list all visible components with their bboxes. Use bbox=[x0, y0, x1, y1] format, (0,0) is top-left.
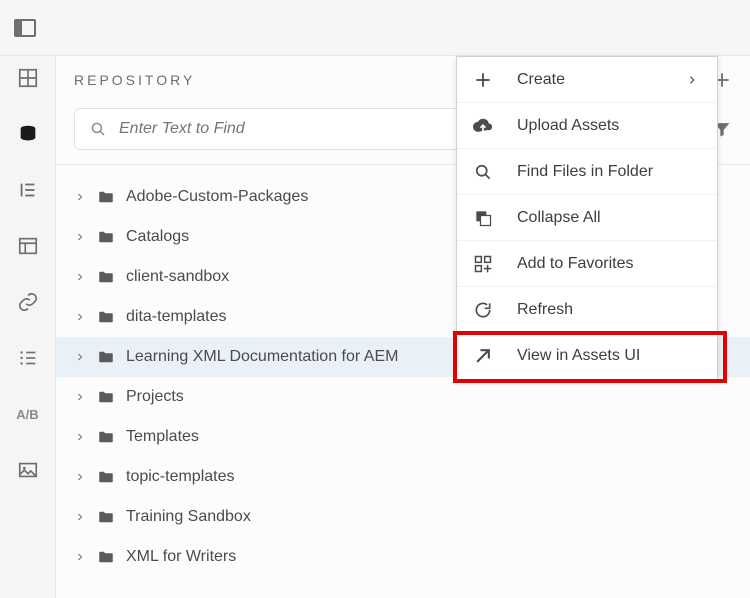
tree-item-label: dita-templates bbox=[126, 308, 227, 326]
chevron-right-icon[interactable] bbox=[74, 391, 86, 403]
folder-icon bbox=[96, 308, 116, 326]
search-icon bbox=[471, 160, 495, 184]
tree-row[interactable]: Training Sandbox bbox=[56, 497, 750, 537]
rail-ab-icon[interactable]: A/B bbox=[16, 402, 40, 426]
menu-item-add-favorites[interactable]: Add to Favorites bbox=[457, 241, 717, 287]
panel-title: REPOSITORY bbox=[74, 72, 195, 88]
grid-add-icon bbox=[471, 252, 495, 276]
tree-item-label: Catalogs bbox=[126, 228, 189, 246]
menu-item-label: Collapse All bbox=[517, 209, 699, 227]
menu-item-label: View in Assets UI bbox=[517, 347, 699, 365]
tree-row[interactable]: topic-templates bbox=[56, 457, 750, 497]
tree-row[interactable]: XML for Writers bbox=[56, 537, 750, 577]
folder-icon bbox=[96, 428, 116, 446]
folder-icon bbox=[96, 228, 116, 246]
plus-icon bbox=[471, 68, 495, 92]
tree-item-label: Projects bbox=[126, 388, 184, 406]
menu-item-refresh[interactable]: Refresh bbox=[457, 287, 717, 333]
tree-item-label: Learning XML Documentation for AEM bbox=[126, 348, 398, 366]
folder-icon bbox=[96, 348, 116, 366]
chevron-right-icon[interactable] bbox=[74, 271, 86, 283]
panel-left-icon[interactable] bbox=[13, 16, 37, 40]
menu-item-label: Refresh bbox=[517, 301, 699, 319]
menu-item-label: Add to Favorites bbox=[517, 255, 699, 273]
collapse-icon bbox=[471, 206, 495, 230]
tree-item-label: Templates bbox=[126, 428, 199, 446]
upload-icon bbox=[471, 114, 495, 138]
tree-row[interactable]: Projects bbox=[56, 377, 750, 417]
chevron-right-icon[interactable] bbox=[74, 191, 86, 203]
folder-icon bbox=[96, 468, 116, 486]
chevron-right-icon[interactable] bbox=[74, 551, 86, 563]
rail-outline-icon[interactable] bbox=[16, 178, 40, 202]
search-icon bbox=[89, 120, 107, 138]
rail-link-icon[interactable] bbox=[16, 290, 40, 314]
folder-icon bbox=[96, 388, 116, 406]
tree-item-label: XML for Writers bbox=[126, 548, 236, 566]
chevron-right-icon[interactable] bbox=[74, 431, 86, 443]
menu-item-create[interactable]: Create bbox=[457, 57, 717, 103]
rail-layout-icon[interactable] bbox=[16, 234, 40, 258]
menu-item-upload-assets[interactable]: Upload Assets bbox=[457, 103, 717, 149]
rail-image-icon[interactable] bbox=[16, 458, 40, 482]
tree-item-label: Training Sandbox bbox=[126, 508, 251, 526]
rail-list-icon[interactable] bbox=[16, 346, 40, 370]
chevron-right-icon[interactable] bbox=[74, 471, 86, 483]
chevron-right-icon[interactable] bbox=[74, 231, 86, 243]
menu-item-label: Upload Assets bbox=[517, 117, 699, 135]
menu-item-collapse-all[interactable]: Collapse All bbox=[457, 195, 717, 241]
tree-row[interactable]: Templates bbox=[56, 417, 750, 457]
rail-repository-icon[interactable] bbox=[16, 122, 40, 146]
chevron-right-icon[interactable] bbox=[74, 311, 86, 323]
tree-item-label: Adobe-Custom-Packages bbox=[126, 188, 308, 206]
chevron-right-icon bbox=[685, 73, 699, 87]
chevron-right-icon[interactable] bbox=[74, 351, 86, 363]
folder-icon bbox=[96, 188, 116, 206]
folder-icon bbox=[96, 508, 116, 526]
tree-item-label: client-sandbox bbox=[126, 268, 229, 286]
top-rail bbox=[0, 0, 750, 56]
menu-item-label: Create bbox=[517, 71, 663, 89]
folder-icon bbox=[96, 268, 116, 286]
open-icon bbox=[471, 344, 495, 368]
menu-item-find-files[interactable]: Find Files in Folder bbox=[457, 149, 717, 195]
folder-icon bbox=[96, 548, 116, 566]
refresh-icon bbox=[471, 298, 495, 322]
context-menu: Create Upload Assets Find Files in Folder C… bbox=[456, 56, 718, 380]
tree-item-label: topic-templates bbox=[126, 468, 235, 486]
menu-item-view-assets-ui[interactable]: View in Assets UI bbox=[457, 333, 717, 379]
chevron-right-icon[interactable] bbox=[74, 511, 86, 523]
rail-grid-icon[interactable] bbox=[16, 66, 40, 90]
left-rail: A/B bbox=[0, 56, 55, 598]
menu-item-label: Find Files in Folder bbox=[517, 163, 699, 181]
